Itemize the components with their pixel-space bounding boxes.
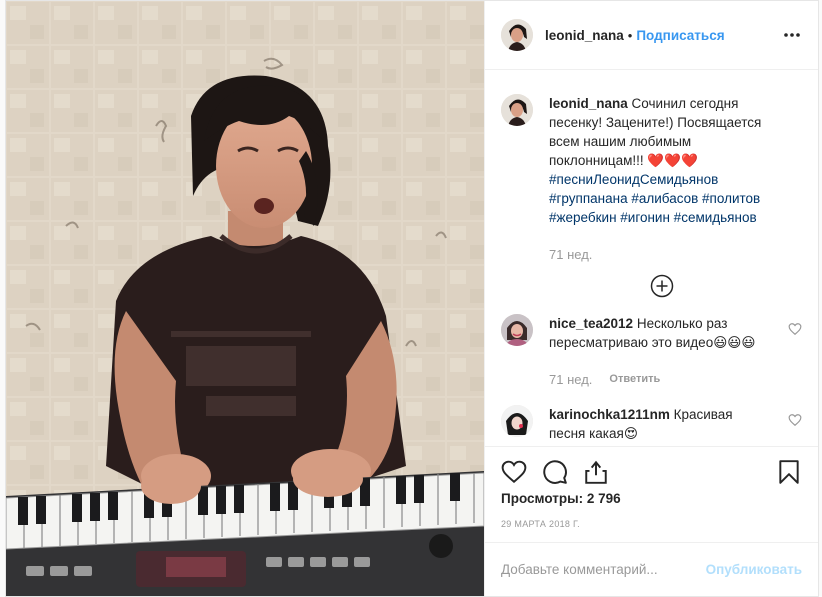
comment-input[interactable] [501, 562, 706, 577]
header-separator: • [627, 27, 633, 43]
caption-meta: 71 нед. [549, 245, 769, 264]
comment-avatar[interactable] [501, 314, 533, 346]
hashtag-line-2[interactable]: #группанана #алибасов #политов [549, 191, 760, 206]
save-icon[interactable] [776, 459, 802, 485]
comment-username[interactable]: karinochka1211nm [549, 407, 670, 422]
comment-body: karinochka1211nm Красивая песня какая😍 [549, 405, 769, 443]
post-header: leonid_nana • Подписаться [485, 1, 818, 70]
load-more-comments[interactable] [521, 274, 802, 298]
follow-button[interactable]: Подписаться [636, 28, 724, 43]
avatar[interactable] [501, 19, 533, 51]
caption-username[interactable]: leonid_nana [549, 96, 628, 111]
post-sidebar: leonid_nana • Подписаться leonid_nana Со… [484, 1, 818, 596]
hashtag-line-1[interactable]: #песниЛеонидСемидьянов [549, 172, 718, 187]
comment-meta: 71 нед. Ответить [549, 370, 769, 389]
publish-button[interactable]: Опубликовать [706, 562, 802, 577]
comment-body: nice_tea2012 Несколько раз пересматриваю… [549, 314, 769, 389]
comment-like-icon[interactable] [788, 322, 802, 336]
caption-body: leonid_nana Сочинил сегодня песенку! Зац… [549, 94, 769, 264]
share-icon[interactable] [583, 459, 609, 485]
hashtag-line-3[interactable]: #жеребкин #игонин #семидьянов [549, 210, 757, 225]
post-container: leonid_nana • Подписаться leonid_nana Со… [5, 0, 819, 597]
post-date[interactable]: 29 МАРТА 2018 Г. [501, 519, 580, 529]
more-options-icon[interactable] [782, 25, 802, 45]
caption-time[interactable]: 71 нед. [549, 245, 592, 264]
comment-icon[interactable] [542, 459, 568, 485]
video-frame [6, 1, 484, 596]
caption: leonid_nana Сочинил сегодня песенку! Зац… [501, 94, 802, 264]
like-icon[interactable] [501, 459, 527, 485]
views-count[interactable]: Просмотры: 2 796 [501, 491, 621, 506]
action-bar [485, 446, 818, 485]
add-comment-section: Опубликовать [485, 542, 818, 596]
comment-item: nice_tea2012 Несколько раз пересматриваю… [501, 314, 802, 389]
load-more-icon[interactable] [650, 274, 674, 298]
comment-username[interactable]: nice_tea2012 [549, 316, 633, 331]
header-username[interactable]: leonid_nana [545, 28, 624, 43]
comment-item: karinochka1211nm Красивая песня какая😍 [501, 405, 802, 443]
comments-list[interactable]: leonid_nana Сочинил сегодня песенку! Зац… [485, 71, 818, 445]
comment-avatar[interactable] [501, 405, 533, 437]
caption-avatar[interactable] [501, 94, 533, 126]
reply-button[interactable]: Ответить [609, 370, 660, 389]
comment-like-icon[interactable] [788, 413, 802, 427]
post-video[interactable] [6, 1, 484, 596]
comment-time[interactable]: 71 нед. [549, 370, 592, 389]
